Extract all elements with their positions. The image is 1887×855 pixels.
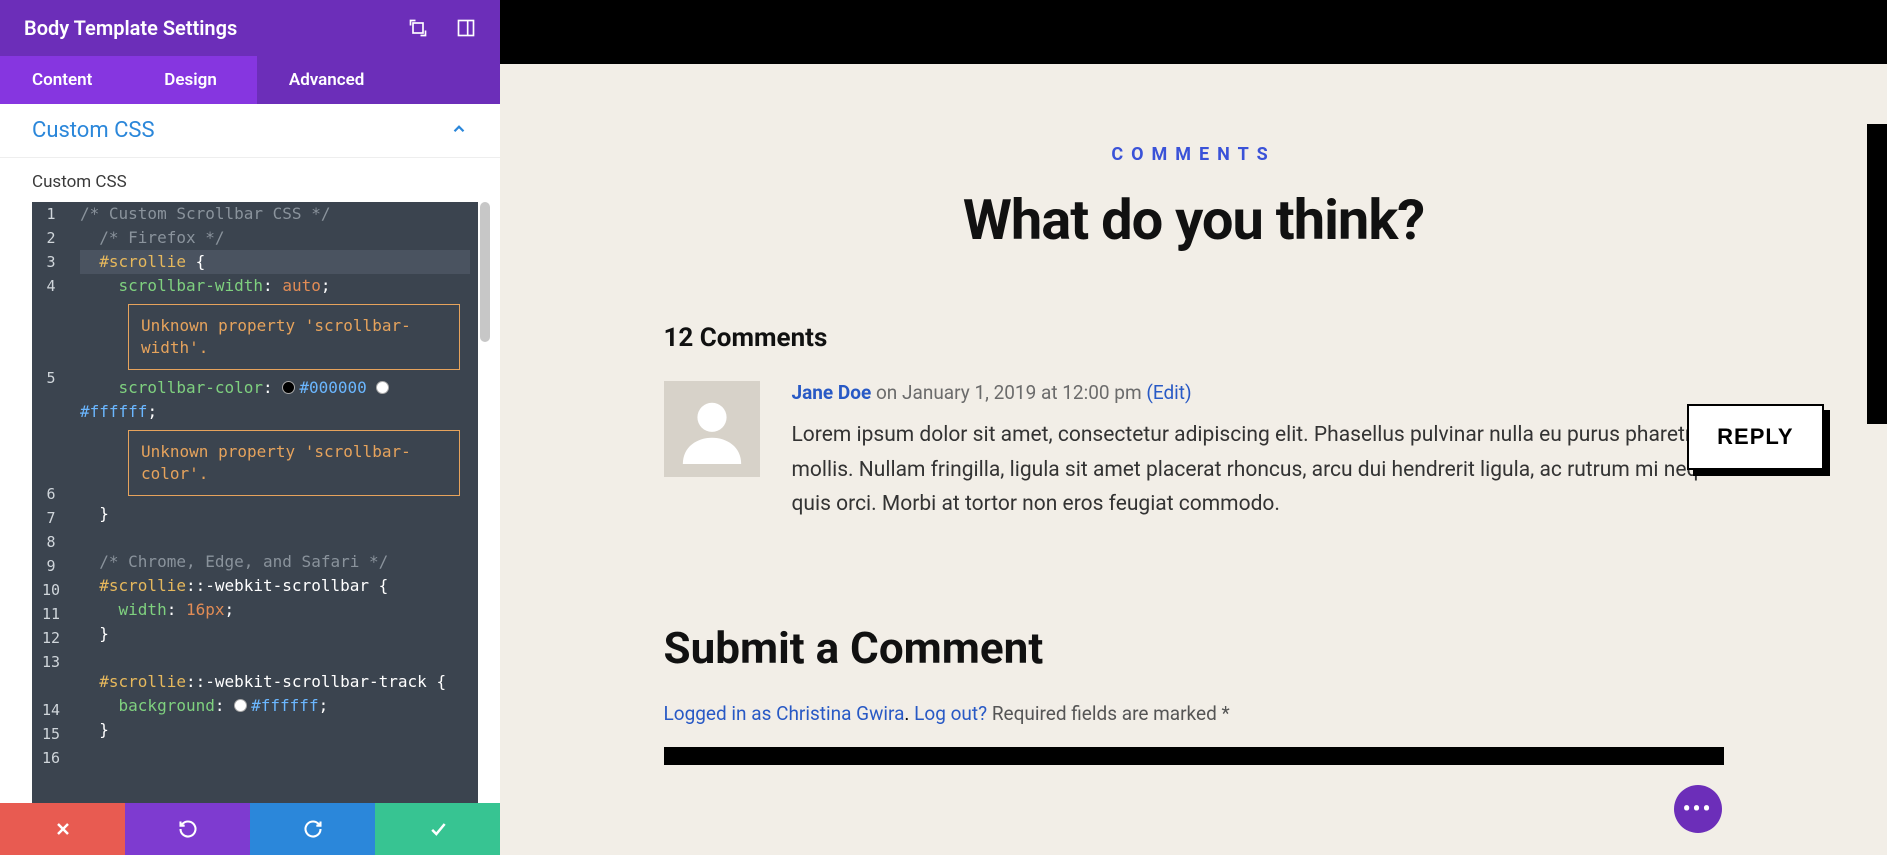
undo-button[interactable] xyxy=(125,803,250,855)
css-warning: Unknown property 'scrollbar-color'. xyxy=(128,430,460,496)
settings-sidebar: Body Template Settings Content Design Ad… xyxy=(0,0,500,855)
close-button[interactable] xyxy=(0,803,125,855)
logged-in-link[interactable]: Logged in as Christina Gwira xyxy=(664,702,905,725)
comments-count: 12 Comments xyxy=(664,323,1724,353)
comment-date: on January 1, 2019 at 12:00 pm xyxy=(876,381,1142,404)
chevron-up-icon xyxy=(450,120,468,142)
comment-edit-link[interactable]: (Edit) xyxy=(1146,381,1191,404)
reply-button[interactable]: REPLY xyxy=(1687,404,1823,470)
comment-textarea-top[interactable] xyxy=(664,747,1724,765)
css-editor[interactable]: 12345678910111213141516 /* Custom Scroll… xyxy=(32,202,478,803)
comment-author[interactable]: Jane Doe xyxy=(792,381,872,404)
required-note: Required fields are marked * xyxy=(992,702,1230,725)
sidebar-footer xyxy=(0,803,500,855)
redo-button[interactable] xyxy=(250,803,375,855)
expand-icon[interactable] xyxy=(408,18,428,38)
preview-area: COMMENTS What do you think? 12 Comments … xyxy=(500,0,1887,855)
comment-item: Jane Doe on January 1, 2019 at 12:00 pm … xyxy=(664,381,1724,522)
comment-meta: Jane Doe on January 1, 2019 at 12:00 pm … xyxy=(792,381,1724,404)
tab-content[interactable]: Content xyxy=(0,56,124,104)
comments-eyebrow: COMMENTS xyxy=(664,144,1724,165)
scrollbar-thumb[interactable] xyxy=(480,202,490,342)
comments-headline: What do you think? xyxy=(664,187,1724,253)
login-status-line: Logged in as Christina Gwira. Log out? R… xyxy=(664,702,1724,725)
accent-bar xyxy=(1867,124,1887,424)
submit-comment-heading: Submit a Comment xyxy=(664,622,1724,674)
css-warning: Unknown property 'scrollbar-width'. xyxy=(128,304,460,370)
comment-text: Lorem ipsum dolor sit amet, consectetur … xyxy=(792,418,1724,522)
field-label: Custom CSS xyxy=(0,158,500,202)
tab-advanced[interactable]: Advanced xyxy=(257,56,500,104)
logout-link[interactable]: Log out? xyxy=(914,702,987,725)
line-gutter: 12345678910111213141516 xyxy=(32,202,70,770)
section-toggle-custom-css[interactable]: Custom CSS xyxy=(0,104,500,158)
avatar xyxy=(664,381,760,477)
save-button[interactable] xyxy=(375,803,500,855)
section-title: Custom CSS xyxy=(32,118,155,143)
sidebar-header: Body Template Settings xyxy=(0,0,500,56)
sidebar-title: Body Template Settings xyxy=(24,16,408,40)
sidebar-tabs: Content Design Advanced xyxy=(0,56,500,104)
tab-design[interactable]: Design xyxy=(124,56,257,104)
dock-icon[interactable] xyxy=(456,18,476,38)
floating-action-button[interactable]: ••• xyxy=(1674,785,1722,833)
